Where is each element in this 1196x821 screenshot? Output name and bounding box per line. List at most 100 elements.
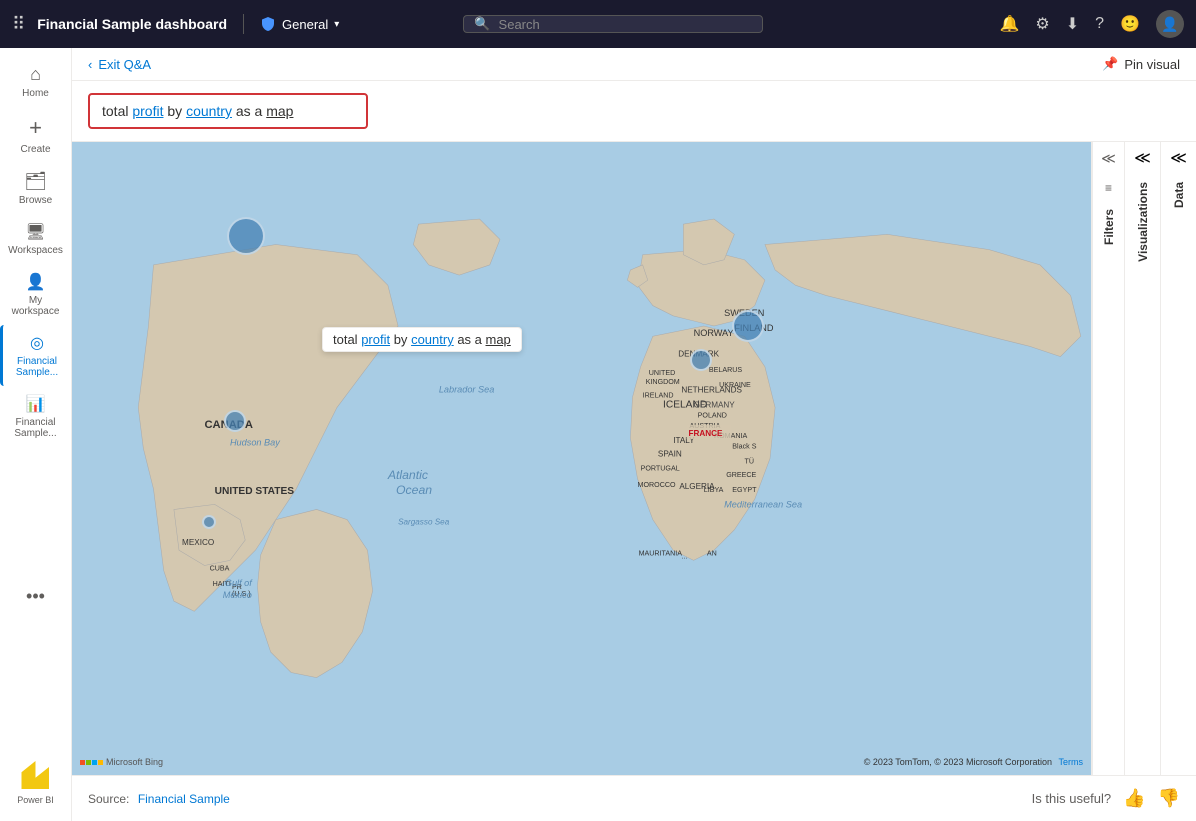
useful-label: Is this useful? (1032, 791, 1112, 806)
svg-text:FRANCE: FRANCE (688, 429, 722, 438)
exit-qa-button[interactable]: ‹ Exit Q&A (88, 57, 151, 72)
filters-panel: ≪ ≡ Filters (1092, 142, 1124, 775)
query-text-by: by (163, 103, 186, 119)
svg-text:Mediterranean Sea: Mediterranean Sea (724, 499, 802, 509)
useful-area: Is this useful? 👍 👎 (1032, 788, 1180, 809)
sidebar-label-my-workspace: My workspace (4, 295, 67, 317)
sidebar-item-more[interactable]: ••• (0, 578, 71, 615)
sidebar-label-workspaces: Workspaces (8, 245, 63, 256)
copyright-text: © 2023 TomTom, © 2023 Microsoft Corporat… (864, 757, 1052, 767)
notifications-icon[interactable]: 🔔 (999, 14, 1019, 34)
thumbs-down-button[interactable]: 👎 (1158, 788, 1180, 809)
browse-icon: 🗂 (24, 171, 47, 192)
svg-text:MEXICO: MEXICO (182, 538, 214, 547)
qa-footer: Source: Financial Sample Is this useful?… (72, 775, 1196, 821)
svg-text:UNITED STATES: UNITED STATES (215, 486, 295, 497)
data-panel-label[interactable]: Data (1168, 174, 1190, 216)
sidebar-item-my-workspace[interactable]: 👤 My workspace (0, 264, 71, 325)
workspace-selector[interactable]: General ▾ (260, 16, 339, 32)
svg-text:Atlantic: Atlantic (387, 468, 428, 482)
query-text-total: total (102, 103, 132, 119)
svg-text:SPAIN: SPAIN (658, 449, 682, 458)
svg-text:LIBYA: LIBYA (704, 486, 724, 494)
map-container[interactable]: CANADA UNITED STATES MEXICO CUBA HAITI P… (72, 142, 1091, 775)
svg-text:UKRAINE: UKRAINE (719, 381, 751, 389)
more-icon: ••• (26, 586, 45, 607)
qa-input-area: total profit by country as a map (72, 81, 1196, 142)
user-avatar[interactable]: 👤 (1156, 10, 1184, 38)
sidebar-item-home[interactable]: ⌂ Home (0, 56, 71, 107)
sidebar-item-financial-sample[interactable]: ◎ Financial Sample... (0, 325, 71, 386)
app-title: Financial Sample dashboard (37, 16, 227, 32)
map-copyright: © 2023 TomTom, © 2023 Microsoft Corporat… (864, 757, 1083, 767)
power-bi-logo (21, 761, 49, 789)
apps-grid-icon[interactable]: ⠿ (12, 14, 25, 35)
svg-text:Gulf of: Gulf of (225, 578, 253, 588)
viz-collapse-button[interactable]: ≪ (1132, 142, 1153, 174)
svg-text:AN: AN (707, 549, 717, 557)
bing-icon (80, 760, 103, 765)
bubble-france[interactable] (690, 349, 712, 371)
svg-text:GREECE: GREECE (726, 471, 756, 479)
content-area: ‹ Exit Q&A 📌 Pin visual total profit by … (72, 48, 1196, 821)
pin-visual-button[interactable]: 📌 Pin visual (1102, 56, 1180, 72)
data-collapse-button[interactable]: ≪ (1168, 142, 1189, 174)
workspaces-icon: 🖥 (25, 222, 45, 242)
query-text-profit: profit (132, 103, 163, 119)
svg-text:Labrador Sea: Labrador Sea (439, 384, 495, 394)
map-and-panels: CANADA UNITED STATES MEXICO CUBA HAITI P… (72, 142, 1196, 775)
filter-lines-icon: ≡ (1105, 181, 1112, 195)
download-icon[interactable]: ⬇ (1066, 14, 1079, 34)
feedback-icon[interactable]: 🙂 (1120, 14, 1140, 34)
sidebar-item-browse[interactable]: 🗂 Browse (0, 163, 71, 214)
qa-header: ‹ Exit Q&A 📌 Pin visual (72, 48, 1196, 81)
workspace-label: General (282, 17, 328, 32)
sidebar-item-financial-sample2[interactable]: 📊 Financial Sample... (0, 386, 71, 447)
source-area: Source: Financial Sample (88, 790, 230, 808)
pin-icon: 📌 (1102, 56, 1118, 72)
visualizations-panel-label[interactable]: Visualizations (1132, 174, 1154, 270)
thumbs-up-button[interactable]: 👍 (1123, 788, 1145, 809)
main-layout: ⌂ Home + Create 🗂 Browse 🖥 Workspaces 👤 … (0, 48, 1196, 821)
bubble-usa[interactable] (224, 410, 246, 432)
svg-text:Hudson Bay: Hudson Bay (230, 437, 281, 447)
svg-text:NORWAY: NORWAY (694, 328, 734, 338)
svg-text:Mexico: Mexico (223, 590, 252, 600)
source-link[interactable]: Financial Sample (138, 792, 230, 806)
svg-text:CUBA: CUBA (210, 565, 230, 573)
terms-link[interactable]: Terms (1059, 757, 1084, 767)
right-panels: ≪ ≡ Filters ≪ Visualizations ≪ Data (1091, 142, 1196, 775)
sidebar-item-create[interactable]: + Create (0, 107, 71, 163)
create-icon: + (29, 115, 42, 141)
exit-qa-label: Exit Q&A (98, 57, 151, 72)
my-workspace-icon: 👤 (26, 272, 46, 292)
sidebar-item-workspaces[interactable]: 🖥 Workspaces (0, 214, 71, 264)
search-icon: 🔍 (474, 16, 490, 32)
bubble-canada[interactable] (227, 217, 265, 255)
shield-icon (260, 16, 276, 32)
query-text-map: map (266, 103, 293, 119)
title-divider (243, 14, 244, 34)
filters-panel-label[interactable]: Filters (1098, 201, 1120, 253)
search-input[interactable] (499, 17, 753, 32)
svg-text:BELARUS: BELARUS (709, 366, 743, 374)
svg-text:KINGDOM: KINGDOM (646, 378, 680, 386)
power-bi-logo-area: Power BI (17, 745, 54, 813)
sidebar: ⌂ Home + Create 🗂 Browse 🖥 Workspaces 👤 … (0, 48, 72, 821)
visualizations-panel: ≪ Visualizations (1124, 142, 1160, 775)
power-bi-label: Power BI (17, 795, 54, 805)
sidebar-label-browse: Browse (19, 195, 52, 206)
bubble-mexico[interactable] (202, 515, 216, 529)
help-icon[interactable]: ? (1095, 15, 1104, 33)
query-text-country: country (186, 103, 232, 119)
svg-text:POLAND: POLAND (698, 412, 727, 420)
source-label: Source: (88, 792, 129, 806)
svg-text:TÜ: TÜ (745, 458, 755, 466)
search-box[interactable]: 🔍 (463, 15, 763, 33)
settings-icon[interactable]: ⚙ (1035, 14, 1049, 34)
qa-query-box[interactable]: total profit by country as a map (88, 93, 368, 129)
svg-text:MOROCCO: MOROCCO (638, 481, 676, 489)
bubble-germany[interactable] (732, 310, 764, 342)
bing-logo: Microsoft Bing (80, 757, 163, 767)
filters-collapse-button[interactable]: ≪ (1093, 142, 1124, 175)
